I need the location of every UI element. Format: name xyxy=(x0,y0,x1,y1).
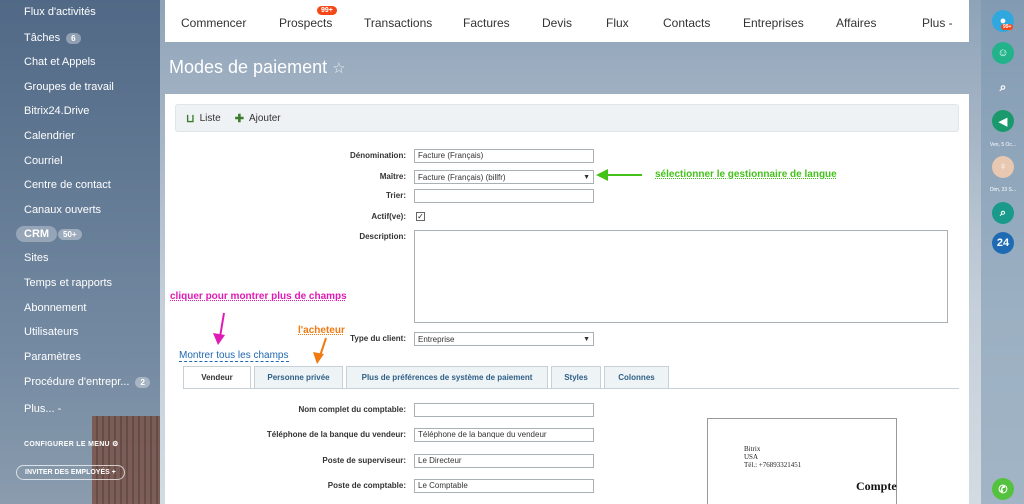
open-lines-icon[interactable]: ☺ xyxy=(992,42,1014,64)
orange-arrow-line xyxy=(319,337,327,357)
magenta-arrow-head xyxy=(213,333,225,345)
chat-date-1: Ven, 5 Oc... xyxy=(989,142,1017,148)
accountant-post-input[interactable]: Le Comptable xyxy=(414,479,594,493)
accountant-name-input[interactable] xyxy=(414,403,594,417)
tab-styles[interactable]: Styles xyxy=(551,366,601,388)
invoice-company: Bitrix xyxy=(744,445,761,453)
search-icon[interactable]: ⌕ xyxy=(992,76,1014,98)
tab-colonnes[interactable]: Colonnes xyxy=(604,366,669,388)
supervisor-post-label: Poste de superviseur: xyxy=(322,456,406,465)
bank-phone-label: Téléphone de la banque du vendeur: xyxy=(266,430,406,439)
accountant-post-label: Poste de comptable: xyxy=(327,481,406,490)
orange-arrow-head xyxy=(313,352,324,364)
buyer-annotation: l'acheteur xyxy=(298,325,345,336)
bitrix24-icon[interactable]: 24 xyxy=(992,232,1014,254)
tab-personne-privee[interactable]: Personne privée xyxy=(254,366,343,388)
announcement-icon[interactable]: ◀ xyxy=(992,110,1014,132)
magenta-arrow-line xyxy=(219,312,225,338)
green-arrow-head xyxy=(596,169,608,181)
accountant-name-label: Nom complet du comptable: xyxy=(298,405,406,414)
bank-phone-input[interactable]: Téléphone de la banque du vendeur xyxy=(414,428,594,442)
invoice-phone: Tél.: +76893321451 xyxy=(744,461,802,469)
invoice-preview: Bitrix USA Tél.: +76893321451 Compte xyxy=(707,418,897,504)
invoice-country: USA xyxy=(744,453,759,461)
avatar[interactable]: ♀ xyxy=(992,156,1014,178)
language-annotation: sélectionner le gestionnaire de langue xyxy=(655,169,837,180)
chat-search-icon[interactable]: ⌕ xyxy=(992,202,1014,224)
phone-icon[interactable]: ✆ xyxy=(992,478,1014,500)
more-fields-annotation: cliquer pour montrer plus de champs xyxy=(170,291,347,302)
invoice-title: Compte xyxy=(856,479,897,493)
tab-payment-system-preferences[interactable]: Plus de préférences de système de paieme… xyxy=(346,366,548,388)
tab-divider xyxy=(183,388,959,389)
right-bar: ● 99+ ☺ ⌕ ◀ Ven, 5 Oc... ♀ Dim, 23 S... … xyxy=(981,0,1024,504)
notifications-badge: 99+ xyxy=(1001,24,1014,30)
show-all-fields-link[interactable]: Montrer tous les champs xyxy=(179,350,289,362)
chat-date-2: Dim, 23 S... xyxy=(989,187,1017,193)
tab-vendeur[interactable]: Vendeur xyxy=(183,366,251,388)
supervisor-post-input[interactable]: Le Directeur xyxy=(414,454,594,468)
